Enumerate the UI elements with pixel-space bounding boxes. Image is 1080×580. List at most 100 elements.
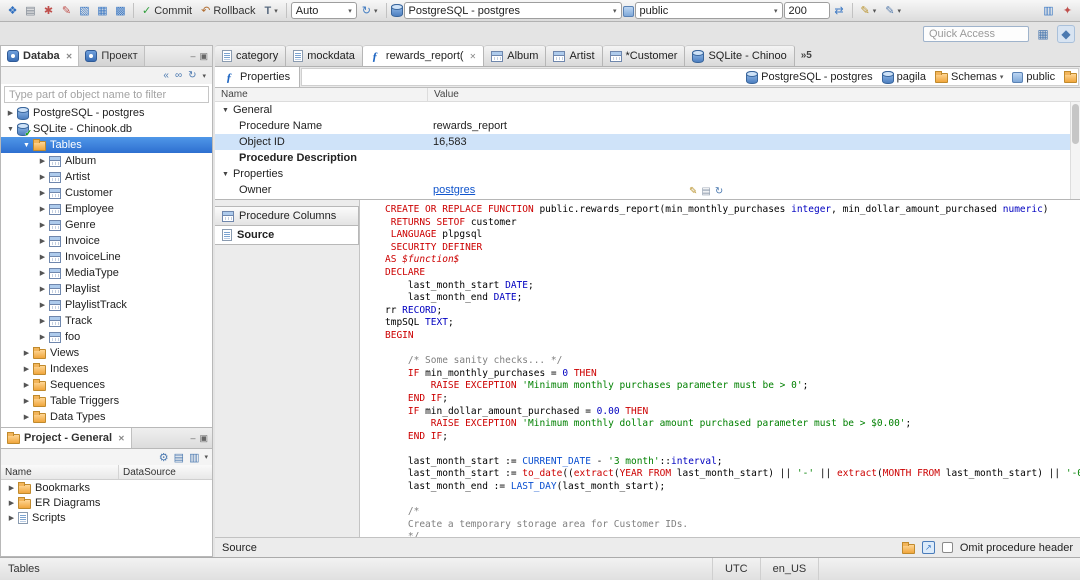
tree-item-playlisttrack[interactable]: ▶ PlaylistTrack [1,297,212,313]
driver-manager-icon[interactable]: ✱ [40,2,57,19]
connection-wizard-icon[interactable]: ▤ [22,2,39,19]
side-tab-procedure-columns[interactable]: Procedure Columns [215,206,359,226]
editor-tab-mockdata[interactable]: mockdata [286,45,363,66]
breadcrumb-item-pagila[interactable]: pagila [878,70,930,84]
omit-procedure-header-checkbox[interactable] [941,542,953,553]
window-icon[interactable]: ▥ [1040,2,1057,19]
grid-column-name[interactable]: Name [215,88,427,101]
tree-item-track[interactable]: ▶ Track [1,313,212,329]
collapse-all-icon[interactable]: « [163,70,169,81]
gear-icon[interactable]: ⚙ [159,451,169,464]
tree-item-indexes[interactable]: ▶ Indexes [1,361,212,377]
vertical-scrollbar[interactable] [1070,102,1080,199]
project-item-bookmarks[interactable]: ▶ Bookmarks [1,480,212,495]
locale-cell[interactable]: en_US [759,558,820,580]
rollback-button[interactable]: ↶ Rollback [197,2,259,20]
fetch-size-input[interactable]: 200 [783,2,830,19]
editor-tab-sqlite-chinoo[interactable]: SQLite - Chinoo [685,45,795,66]
layout-icon[interactable]: ▤ [174,451,184,464]
expand-arrow[interactable]: ▶ [20,381,33,389]
expand-arrow[interactable]: ▶ [36,317,49,325]
tree-item-employee[interactable]: ▶ Employee [1,201,212,217]
expand-arrow[interactable]: ▶ [36,253,49,261]
expand-arrow[interactable]: ▼ [222,107,229,114]
side-tab-source[interactable]: Source [215,225,359,245]
grid-row-general[interactable]: ▼ General [215,102,1080,118]
column-header-datasource[interactable]: DataSource [119,465,212,479]
database-selector[interactable]: PostgreSQL - postgres ▾ [403,2,622,19]
tree-item-sqlite-chinook-db[interactable]: ▼ SQLite - Chinook.db [1,121,212,139]
expand-arrow[interactable]: ▶ [20,365,33,373]
sql-console-icon[interactable]: ▦ [94,2,111,19]
breadcrumb-item-procedures[interactable]: Procedures▾ [1060,71,1078,83]
schema-selector[interactable]: public ▾ [634,2,783,19]
notifications-icon[interactable]: ✦ [1059,2,1076,19]
tree-item-mediatype[interactable]: ▶ MediaType [1,265,212,281]
transaction-log-button[interactable]: T ▾ [261,2,282,20]
tab-properties[interactable]: Properties [215,67,301,87]
refresh-icon[interactable]: ↻ [715,186,723,197]
expand-arrow[interactable]: ▼ [4,126,17,133]
expand-arrow[interactable]: ▶ [20,397,33,405]
expand-arrow[interactable]: ▶ [4,109,17,117]
editor-tab-artist[interactable]: Artist [546,45,603,66]
grid-row-object-id[interactable]: Object ID 16,583 [215,134,1080,150]
project-item-er-diagrams[interactable]: ▶ ER Diagrams [1,495,212,510]
commit-button[interactable]: ✓ Commit [138,2,196,20]
fetch-rows-icon[interactable]: ⇄ [831,2,848,19]
grid-column-value[interactable]: Value [427,88,1080,101]
grid-row-properties[interactable]: ▼ Properties [215,166,1080,182]
expand-arrow[interactable]: ▶ [20,349,33,357]
minimize-icon[interactable]: – [190,51,195,61]
source-viewer[interactable]: CREATE OR REPLACE FUNCTION public.reward… [360,200,1080,537]
expand-arrow[interactable]: ▶ [20,413,33,421]
close-icon[interactable]: ✕ [470,52,477,61]
expand-arrow[interactable]: ▶ [36,157,49,165]
view-menu-icon[interactable]: ▾ [204,453,208,461]
expand-arrow[interactable]: ▶ [36,333,49,341]
maximize-icon[interactable]: ▣ [199,51,208,62]
expand-arrow[interactable]: ▼ [20,142,33,149]
expand-arrow[interactable]: ▶ [36,221,49,229]
commit-mode-select[interactable]: Auto ▾ [290,2,357,19]
tree-item-album[interactable]: ▶ Album [1,153,212,169]
view-tab-databa[interactable]: Databa ✕ [1,46,80,66]
sql-script-icon[interactable]: ▩ [112,2,129,19]
columns-icon[interactable]: ▥ [189,451,199,464]
expand-arrow[interactable]: ▶ [5,514,18,522]
expand-arrow[interactable]: ▶ [36,301,49,309]
tree-item-sequences[interactable]: ▶ Sequences [1,377,212,393]
editor-tab-category[interactable]: category [215,45,287,66]
grid-row-owner[interactable]: Owner postgres [215,182,1080,198]
chevron-down-icon[interactable]: ▾ [1000,73,1004,81]
view-menu-icon[interactable]: ▾ [202,72,206,80]
perspective-grid-icon[interactable]: ▦ [1034,25,1052,43]
expand-arrow[interactable]: ▶ [36,285,49,293]
tree-item-tables[interactable]: ▼ Tables [1,137,212,153]
tab-overflow-indicator[interactable]: »5 [795,45,818,66]
open-in-sql-editor-icon[interactable]: ↗ [921,541,935,554]
expand-arrow[interactable]: ▶ [36,173,49,181]
save-to-file-icon[interactable] [901,541,915,554]
link-with-editor-icon[interactable]: ∞ [175,70,182,81]
refresh-icon[interactable]: ↻ [188,70,196,81]
grid-row-procedure-description[interactable]: Procedure Description [215,150,1080,166]
timezone-cell[interactable]: UTC [712,558,761,580]
quick-access-input[interactable]: Quick Access [923,25,1029,42]
breadcrumb-item-postgresql-postgres[interactable]: PostgreSQL - postgres [742,70,876,84]
tree-item-artist[interactable]: ▶ Artist [1,169,212,185]
expand-arrow[interactable]: ▼ [222,171,229,178]
tree-item-postgresql-postgres[interactable]: ▶ PostgreSQL - postgres [1,105,212,121]
editor-tab-album[interactable]: Album [484,45,547,66]
minimize-icon[interactable]: – [190,433,195,443]
new-sql-editor-icon[interactable]: ✎ [58,2,75,19]
tree-item-playlist[interactable]: ▶ Playlist [1,281,212,297]
project-item-scripts[interactable]: ▶ Scripts [1,510,212,525]
breadcrumb-item-schemas[interactable]: Schemas ▾ [931,71,1007,83]
tree-item-table-triggers[interactable]: ▶ Table Triggers [1,393,212,409]
tree-item-genre[interactable]: ▶ Genre [1,217,212,233]
tree-item-data-types[interactable]: ▶ Data Types [1,409,212,425]
grid-row-procedure-name[interactable]: Procedure Name rewards_report [215,118,1080,134]
edit-mode-button[interactable]: ✎ ▾ [857,2,881,20]
tree-item-customer[interactable]: ▶ Customer [1,185,212,201]
